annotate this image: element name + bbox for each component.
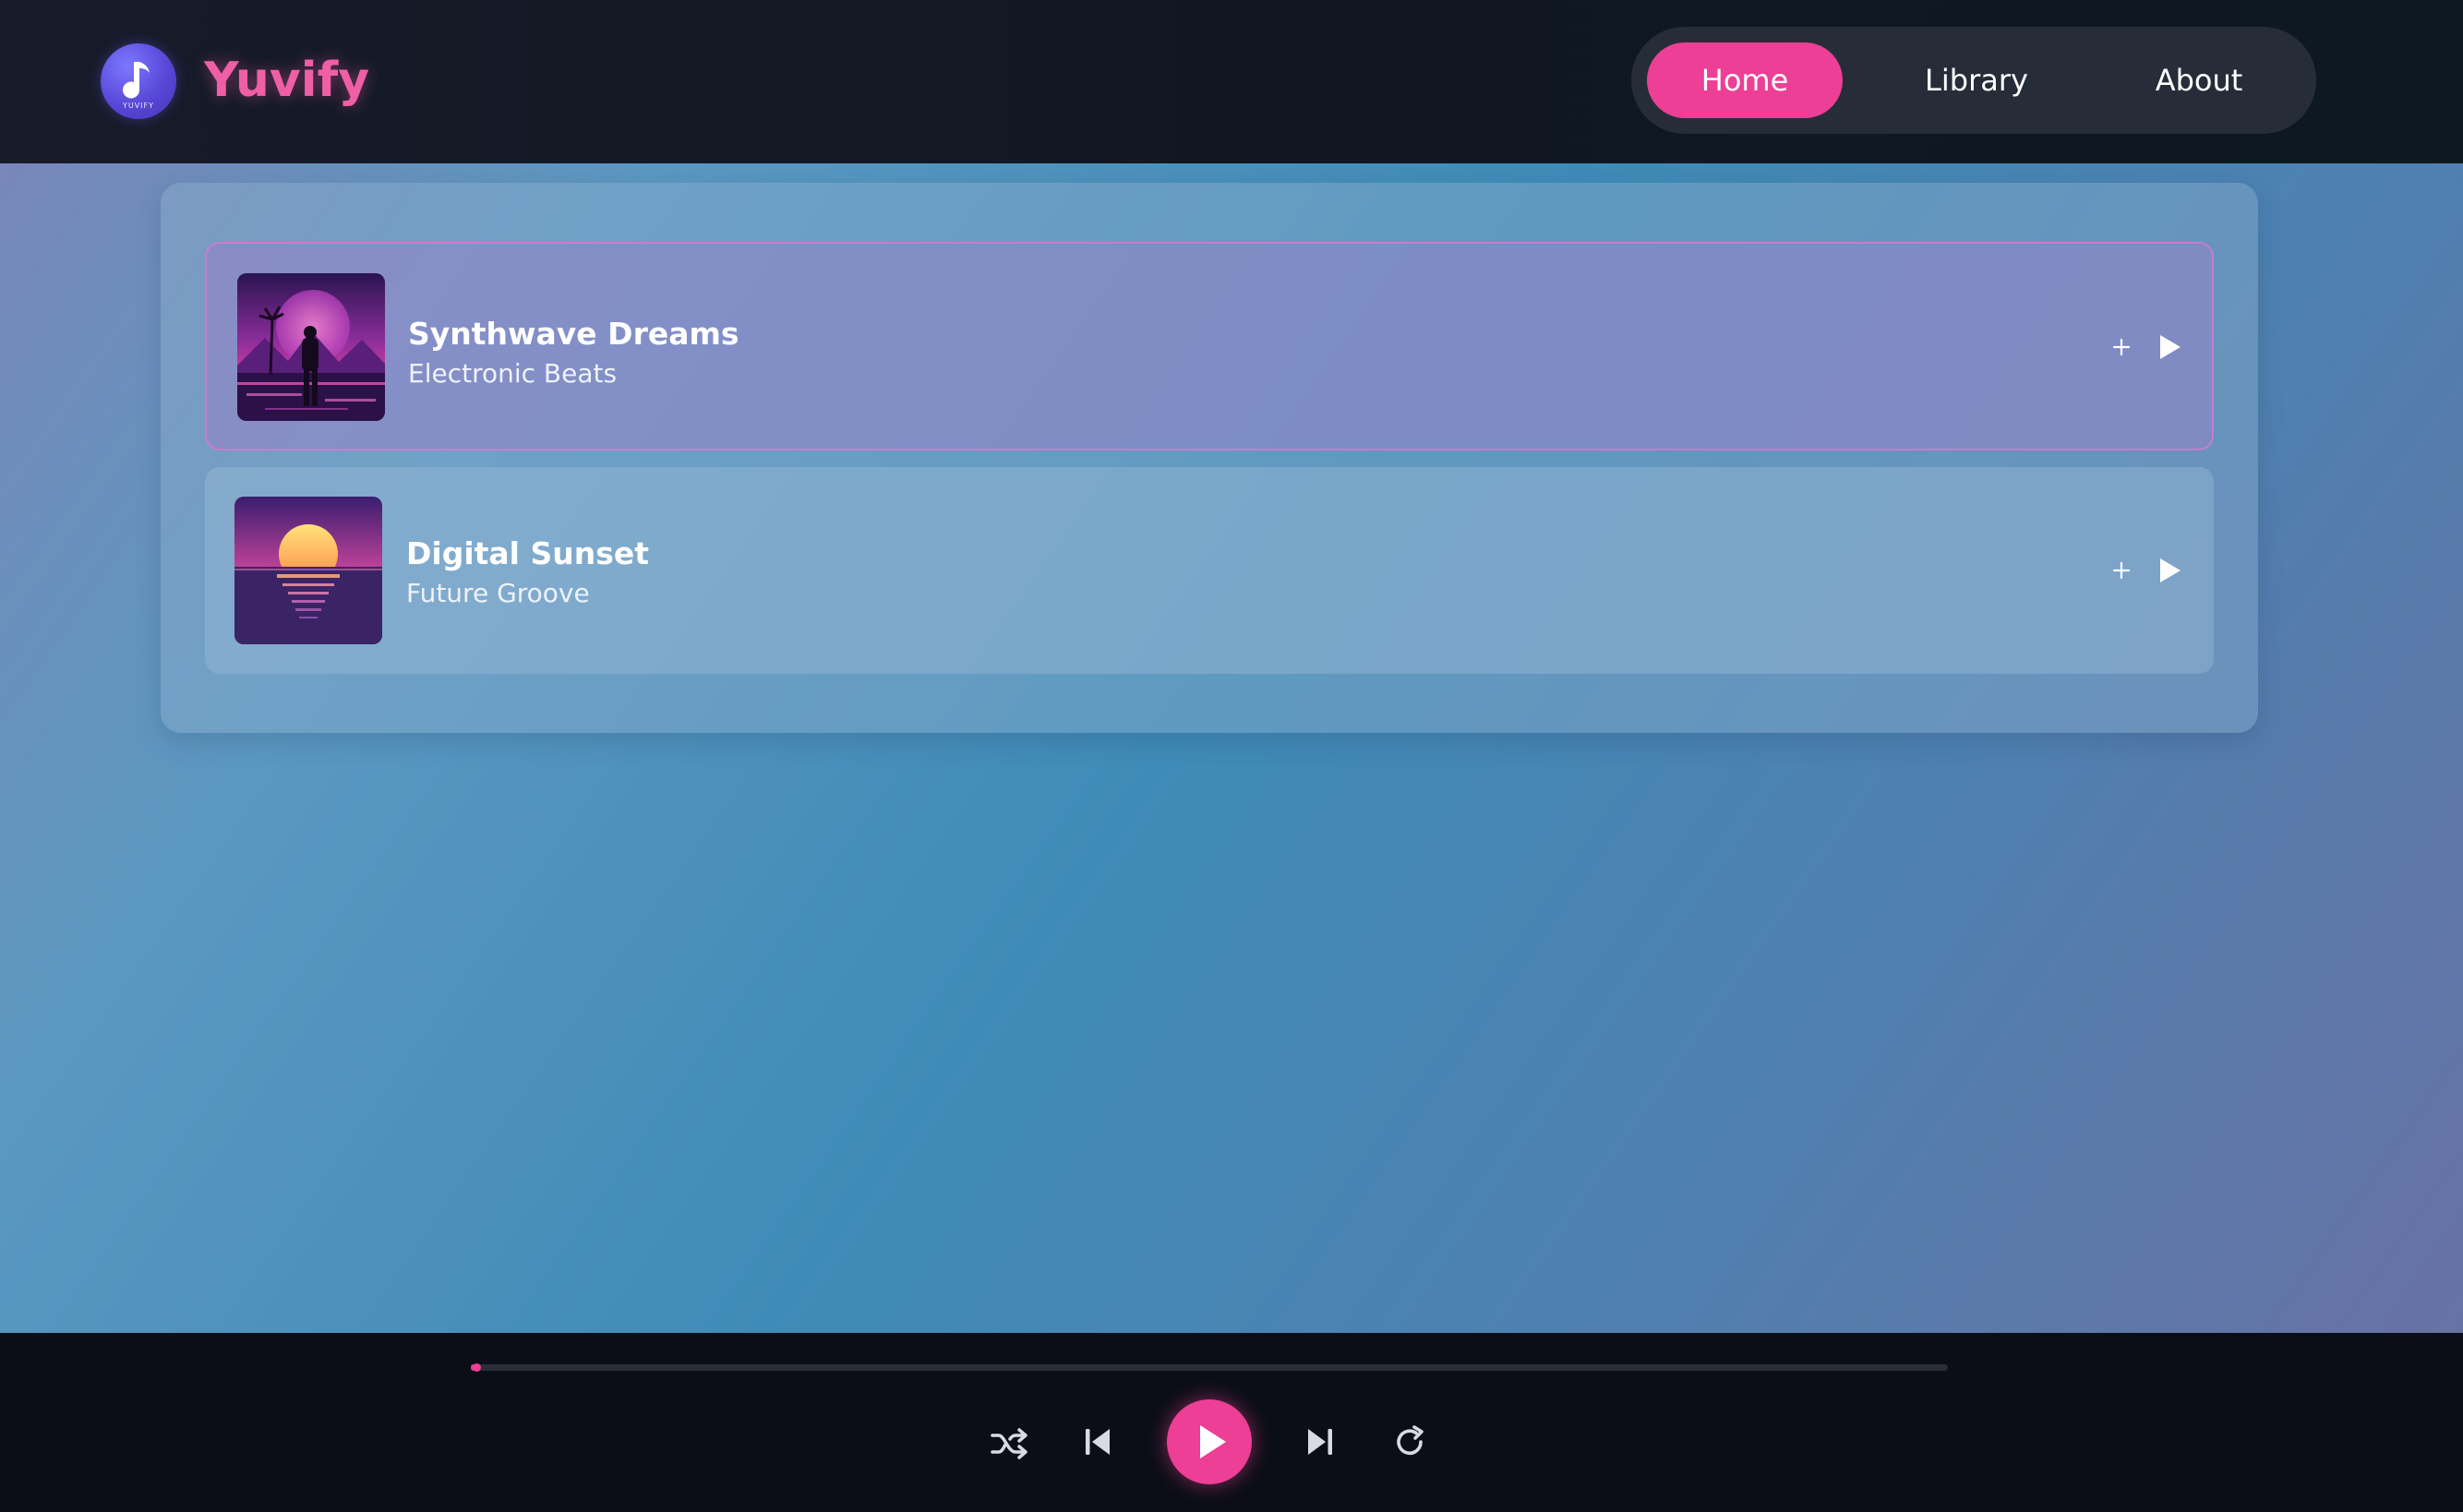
add-to-library-button[interactable]: [2108, 557, 2135, 584]
play-track-button[interactable]: [2154, 331, 2185, 363]
track-artist: Future Groove: [406, 578, 590, 608]
album-cover: [234, 497, 382, 644]
track-artist: Electronic Beats: [408, 358, 618, 389]
progress-bar[interactable]: [471, 1363, 1948, 1372]
shuffle-button[interactable]: [988, 1422, 1030, 1465]
player-bar: [0, 1333, 2463, 1512]
play-icon: [2160, 558, 2181, 582]
track-title: Digital Sunset: [406, 535, 650, 571]
track-title: Synthwave Dreams: [408, 316, 739, 352]
logo-text: YUVIFY: [122, 102, 155, 110]
main-nav: Home Library About: [1631, 27, 2316, 134]
add-to-library-button[interactable]: [2108, 333, 2135, 361]
plus-icon: [2112, 338, 2131, 356]
track-list-panel: Synthwave Dreams Electronic Beats Digita…: [161, 183, 2258, 733]
album-cover: [237, 273, 385, 421]
logo[interactable]: YUVIFY: [101, 43, 176, 119]
track-item[interactable]: Digital Sunset Future Groove: [205, 467, 2214, 674]
repeat-icon: [1397, 1425, 1424, 1456]
shuffle-icon: [991, 1428, 1027, 1459]
app-header: YUVIFY Yuvify Home Library About: [0, 0, 2463, 163]
brand-name[interactable]: Yuvify: [204, 48, 369, 113]
nav-home[interactable]: Home: [1647, 42, 1843, 118]
previous-button[interactable]: [1082, 1424, 1113, 1459]
plus-icon: [2112, 561, 2131, 580]
previous-icon: [1086, 1429, 1110, 1455]
play-track-button[interactable]: [2154, 555, 2185, 586]
progress-knob[interactable]: [473, 1363, 482, 1372]
play-pause-button[interactable]: [1167, 1399, 1252, 1484]
next-button[interactable]: [1304, 1424, 1336, 1459]
repeat-button[interactable]: [1390, 1422, 1429, 1461]
next-icon: [1308, 1429, 1332, 1455]
play-icon: [2160, 335, 2181, 359]
nav-library[interactable]: Library: [1879, 42, 2074, 118]
nav-about[interactable]: About: [2111, 42, 2287, 118]
play-icon: [1200, 1425, 1226, 1458]
track-item[interactable]: Synthwave Dreams Electronic Beats: [205, 242, 2214, 450]
